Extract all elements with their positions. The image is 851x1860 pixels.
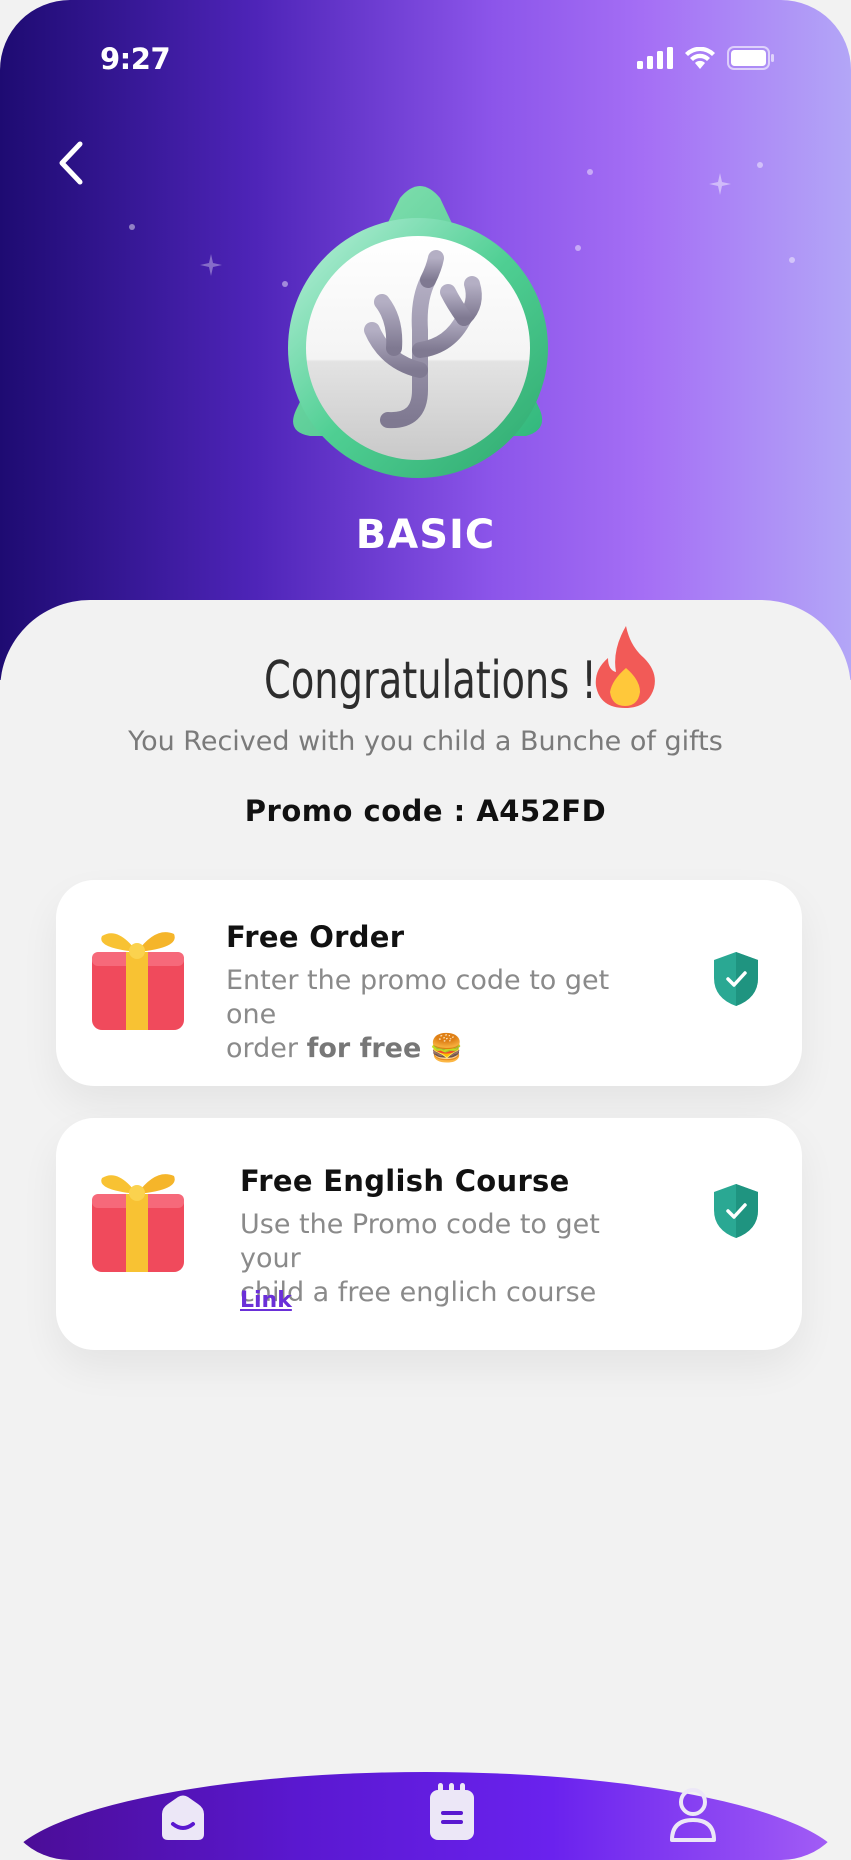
coral-badge-icon <box>288 186 548 478</box>
shield-check-icon <box>714 1184 758 1238</box>
sparkle-decoration <box>757 162 763 168</box>
burger-emoji-icon: 🍔 <box>429 1033 464 1064</box>
membership-level: BASIC <box>355 512 496 558</box>
card-description-line: Use the Promo code to get your <box>240 1209 600 1274</box>
star-sparkle-icon <box>709 173 731 195</box>
battery-icon <box>727 46 774 70</box>
header-banner: 9:27 BASIC <box>0 0 851 680</box>
profile-icon[interactable] <box>668 1786 718 1844</box>
app-screen: 9:27 BASIC Congratulations ! You Recived… <box>0 0 851 1860</box>
card-description-line: child a free englich course <box>240 1277 597 1308</box>
congrats-heading: Congratulations ! <box>0 626 851 712</box>
card-description-bold: for free <box>306 1033 422 1064</box>
card-description-line: order <box>226 1033 298 1064</box>
reward-card-free-order[interactable]: Free Order Enter the promo code to get o… <box>56 880 802 1086</box>
home-icon[interactable] <box>158 1794 208 1842</box>
signal-icon <box>637 47 673 69</box>
promo-code: Promo code : A452FD <box>244 794 607 828</box>
shield-check-icon <box>714 952 758 1006</box>
back-button[interactable] <box>52 138 92 188</box>
subtitle: You Recived with you child a Bunche of g… <box>128 726 723 757</box>
card-description: Use the Promo code to get your child a f… <box>240 1208 660 1310</box>
card-description-line: Enter the promo code to get one <box>226 965 610 1030</box>
course-link[interactable]: Link <box>240 1288 292 1313</box>
card-title: Free Order <box>226 920 405 954</box>
sparkle-decoration <box>587 169 593 175</box>
reward-card-english-course[interactable]: Free English Course Use the Promo code t… <box>56 1118 802 1350</box>
status-icons <box>637 46 775 70</box>
page-title: Congratulations ! <box>263 651 597 711</box>
fire-emoji-icon <box>596 626 656 708</box>
card-description: Enter the promo code to get one order fo… <box>226 964 646 1066</box>
gift-box-icon <box>92 932 184 1030</box>
sparkle-decoration <box>575 245 581 251</box>
notes-icon[interactable] <box>428 1782 476 1842</box>
wifi-icon <box>685 47 715 69</box>
card-title: Free English Course <box>240 1164 570 1198</box>
sparkle-decoration <box>789 257 795 263</box>
status-time: 9:27 <box>100 42 171 76</box>
star-sparkle-icon <box>200 254 222 276</box>
sparkle-decoration <box>129 224 135 230</box>
gift-box-icon <box>92 1174 184 1272</box>
